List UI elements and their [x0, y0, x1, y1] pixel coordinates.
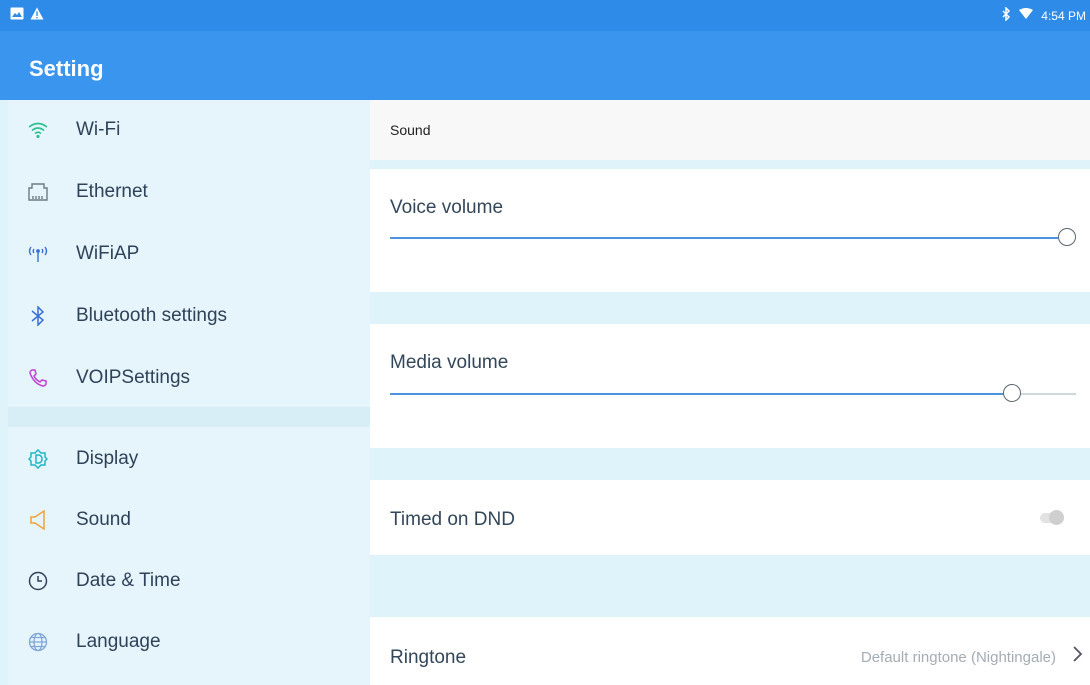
app-bar — [0, 31, 1090, 100]
voice-volume-label: Voice volume — [390, 197, 504, 218]
sidebar-item-label: Date & Time — [76, 570, 181, 591]
sidebar-item-wifiap[interactable]: WiFiAP — [8, 224, 370, 284]
sidebar-item-language[interactable]: Language — [8, 612, 370, 672]
sidebar-item-wifi[interactable]: Wi-Fi — [8, 100, 370, 160]
ringtone-row[interactable]: Ringtone Default ringtone (Nightingale) — [370, 617, 1090, 685]
section-title: Sound — [390, 122, 431, 138]
sidebar-divider — [8, 407, 370, 427]
sidebar-item-label: Wi-Fi — [76, 119, 121, 140]
sound-settings-panel: Sound Voice volume Media volume Timed on… — [370, 100, 1090, 685]
chevron-right-icon — [1072, 643, 1084, 669]
media-volume-label: Media volume — [390, 352, 509, 373]
toggle-knob — [1049, 510, 1064, 525]
media-volume-row: Media volume — [370, 324, 1090, 448]
timed-dnd-toggle[interactable] — [1040, 510, 1064, 525]
sidebar-item-label: Display — [76, 448, 139, 469]
status-bar: 4:54 PM — [0, 0, 1090, 31]
slider-thumb[interactable] — [1003, 384, 1022, 402]
voice-volume-row: Voice volume — [370, 169, 1090, 292]
sidebar-item-ethernet[interactable]: Ethernet — [8, 162, 370, 222]
hotspot-icon — [27, 243, 49, 265]
ringtone-value: Default ringtone (Nightingale) — [860, 649, 1056, 666]
slider-thumb[interactable] — [1058, 228, 1076, 246]
warning-icon — [30, 7, 44, 25]
voice-volume-slider[interactable] — [390, 227, 1076, 249]
timed-dnd-label: Timed on DND — [390, 509, 515, 530]
sidebar-item-label: Sound — [76, 509, 131, 530]
speaker-icon — [27, 509, 49, 531]
sidebar-item-bluetooth[interactable]: Bluetooth settings — [8, 286, 370, 346]
ringtone-label: Ringtone — [390, 647, 467, 668]
media-volume-slider[interactable] — [390, 383, 1076, 405]
sidebar-item-label: Ethernet — [76, 181, 148, 202]
slider-track-empty — [1021, 393, 1076, 395]
timed-dnd-row[interactable]: Timed on DND — [370, 480, 1090, 555]
app-title: Setting — [29, 56, 104, 81]
globe-icon — [27, 631, 49, 653]
slider-track-filled — [390, 237, 1058, 239]
slider-track-filled — [390, 393, 1004, 395]
sidebar-item-display[interactable]: Display — [8, 429, 370, 489]
section-header: Sound — [370, 100, 1090, 160]
sidebar-item-label: VOIPSettings — [76, 367, 191, 388]
sidebar-item-date-time[interactable]: Date & Time — [8, 551, 370, 611]
sidebar-item-voipsettings[interactable]: VOIPSettings — [8, 348, 370, 408]
wifi-signal-icon — [1019, 8, 1034, 23]
status-time: 4:54 PM — [1041, 8, 1086, 23]
ethernet-icon — [27, 181, 49, 203]
image-notification-icon — [10, 7, 24, 25]
clock-icon — [27, 570, 49, 592]
sidebar-item-label: Language — [76, 631, 161, 652]
sidebar-item-label: WiFiAP — [76, 243, 140, 264]
sidebar: Wi-Fi Ethernet WiFiAP Bluetooth settings — [8, 100, 370, 685]
sidebar-item-sound[interactable]: Sound — [8, 490, 370, 550]
phone-icon — [27, 367, 49, 389]
sidebar-item-label: Bluetooth settings — [76, 305, 228, 326]
bluetooth-icon — [1001, 6, 1011, 24]
display-icon — [27, 448, 49, 470]
bluetooth-icon — [27, 305, 49, 327]
wifi-icon — [27, 119, 49, 141]
